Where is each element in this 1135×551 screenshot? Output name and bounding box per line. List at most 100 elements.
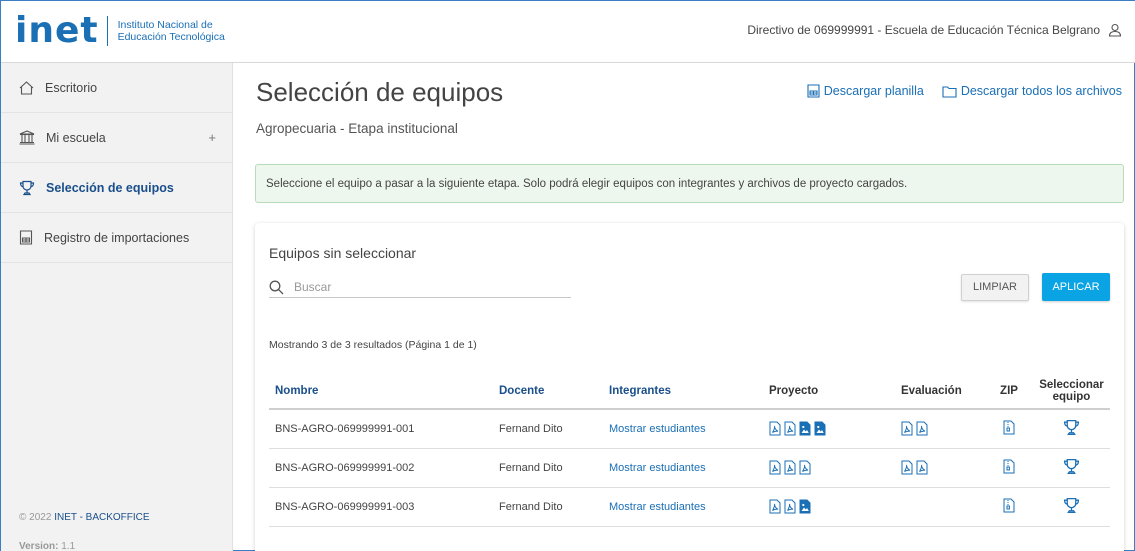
file-icons [769, 499, 811, 514]
page-title: Selección de equipos [256, 77, 504, 107]
copyright-prefix: © 2022 [19, 512, 52, 523]
zip-cell [985, 409, 1033, 449]
sidebar-item-label: Escritorio [45, 80, 98, 95]
info-alert: Seleccione el equipo a pasar a la siguie… [255, 164, 1124, 203]
col-seleccionar: Seleccionar equipo [1033, 373, 1110, 410]
table-row: BNS-AGRO-069999991-002 Fernand Dito Mostra… [269, 448, 1110, 488]
alert-text: Seleccione el equipo a pasar a la siguie… [266, 177, 908, 190]
project-files [763, 448, 895, 488]
sidebar-item-mi-escuela[interactable]: Mi escuela + [1, 113, 232, 163]
select-team-cell [1033, 487, 1110, 527]
project-files [763, 487, 895, 527]
sidebar-footer: © 2022 INET - BACKOFFICE Version: 1.1 [19, 512, 150, 551]
pdf-file-icon[interactable] [916, 421, 928, 436]
team-name: BNS-AGRO-069999991-001 [269, 409, 493, 449]
spreadsheet-icon [19, 230, 33, 245]
evaluation-files [895, 448, 985, 488]
sidebar-item-escritorio[interactable]: Escritorio [1, 63, 232, 113]
clear-button[interactable]: LIMPIAR [961, 274, 1029, 301]
col-evaluacion: Evaluación [895, 373, 985, 410]
select-team-cell [1033, 448, 1110, 488]
download-all-label: Descargar todos los archivos [960, 84, 1122, 98]
expand-plus-icon[interactable]: + [208, 130, 216, 145]
file-icons [769, 421, 826, 436]
download-links: Descargar planilla Descargar todos los a… [789, 84, 1122, 98]
logo-subtitle-line2: Educación Tecnológica [117, 31, 225, 43]
school-icon [19, 130, 35, 145]
pdf-file-icon[interactable] [784, 499, 796, 514]
col-integrantes[interactable]: Integrantes [603, 373, 763, 410]
folder-icon [942, 85, 957, 98]
user-menu[interactable]: Directivo de 069999991 - Escuela de Educ… [747, 23, 1122, 37]
download-template-label: Descargar planilla [823, 84, 924, 98]
pdf-file-icon[interactable] [901, 421, 913, 436]
teams-card: Equipos sin seleccionar LIMPIAR APLICAR … [255, 223, 1124, 551]
pdf-file-icon[interactable] [901, 460, 913, 475]
select-team-trophy-icon[interactable] [1063, 419, 1080, 436]
download-all-link[interactable]: Descargar todos los archivos [942, 84, 1122, 98]
file-icons [769, 460, 811, 475]
download-template-link[interactable]: Descargar planilla [807, 84, 924, 98]
apply-button[interactable]: APLICAR [1042, 273, 1110, 301]
top-bar: inet Instituto Nacional de Educación Tec… [1, 1, 1135, 63]
logo-divider [106, 16, 108, 46]
pdf-file-icon[interactable] [769, 460, 781, 475]
teams-table: Nombre Docente Integrantes Proyecto Eval… [269, 373, 1110, 527]
show-students-link[interactable]: Mostrar estudiantes [603, 448, 763, 488]
logo-subtitle-line1: Instituto Nacional de [117, 19, 213, 31]
show-students-link[interactable]: Mostrar estudiantes [603, 409, 763, 449]
pdf-file-icon[interactable] [784, 421, 796, 436]
table-header-row: Nombre Docente Integrantes Proyecto Eval… [269, 373, 1110, 410]
image-file-icon[interactable] [799, 499, 811, 514]
card-title: Equipos sin seleccionar [269, 245, 417, 261]
sidebar: Escritorio Mi escuela + Selección de equ… [1, 63, 233, 551]
image-file-icon[interactable] [799, 421, 811, 436]
trophy-icon [19, 180, 35, 195]
image-file-icon[interactable] [814, 421, 826, 436]
app-window: inet Instituto Nacional de Educación Tec… [0, 0, 1135, 551]
home-icon [19, 80, 34, 95]
teacher-name: Fernand Dito [493, 409, 603, 449]
col-seleccionar-line1: Seleccionar [1039, 378, 1104, 391]
col-proyecto: Proyecto [763, 373, 895, 410]
spreadsheet-icon [807, 84, 820, 98]
sidebar-item-registro-importaciones[interactable]: Registro de importaciones [1, 213, 232, 263]
version-label: Version: [19, 541, 59, 551]
zip-file-icon[interactable] [1003, 459, 1015, 474]
evaluation-files [895, 487, 985, 527]
pdf-file-icon[interactable] [784, 460, 796, 475]
zip-file-icon[interactable] [1003, 498, 1015, 513]
pdf-file-icon[interactable] [769, 421, 781, 436]
pdf-file-icon[interactable] [799, 460, 811, 475]
teacher-name: Fernand Dito [493, 487, 603, 527]
backoffice-link[interactable]: INET - BACKOFFICE [54, 512, 149, 523]
user-icon[interactable] [1108, 23, 1122, 37]
version-value: 1.1 [61, 541, 76, 551]
zip-cell [985, 448, 1033, 488]
select-team-trophy-icon[interactable] [1063, 497, 1080, 514]
logo-word: inet [15, 10, 99, 51]
team-name: BNS-AGRO-069999991-002 [269, 448, 493, 488]
col-zip: ZIP [985, 373, 1033, 410]
file-icons [901, 460, 928, 475]
table-row: BNS-AGRO-069999991-003 Fernand Dito Mostra… [269, 487, 1110, 527]
file-icons [901, 421, 928, 436]
select-team-trophy-icon[interactable] [1063, 458, 1080, 475]
show-students-link[interactable]: Mostrar estudiantes [603, 487, 763, 527]
zip-file-icon[interactable] [1003, 420, 1015, 435]
copyright: © 2022 INET - BACKOFFICE [19, 512, 150, 523]
sidebar-item-label: Registro de importaciones [44, 230, 190, 245]
col-docente[interactable]: Docente [493, 373, 603, 410]
sidebar-item-seleccion-equipos[interactable]: Selección de equipos [1, 163, 232, 213]
sidebar-item-label: Selección de equipos [46, 180, 174, 195]
pdf-file-icon[interactable] [916, 460, 928, 475]
pdf-file-icon[interactable] [769, 499, 781, 514]
inet-logo[interactable]: inet Instituto Nacional de Educación Tec… [15, 11, 225, 51]
teacher-name: Fernand Dito [493, 448, 603, 488]
search-input[interactable] [294, 280, 554, 294]
version-info: Version: 1.1 [19, 541, 150, 551]
col-nombre[interactable]: Nombre [269, 373, 493, 410]
team-name: BNS-AGRO-069999991-003 [269, 487, 493, 527]
table-row: BNS-AGRO-069999991-001 Fernand Dito Mostra… [269, 409, 1110, 449]
search-box [269, 277, 571, 298]
